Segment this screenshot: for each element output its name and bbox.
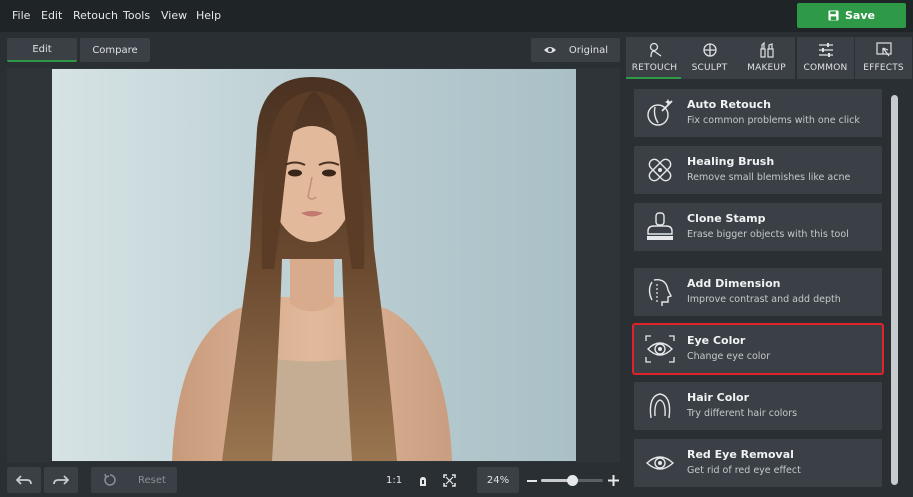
- hand-tool-icon[interactable]: [417, 475, 429, 487]
- hair-icon: [649, 393, 671, 419]
- tab-common-label: COMMON: [803, 63, 848, 73]
- auto-retouch-icon: [647, 99, 673, 126]
- face-dimension-icon: [648, 279, 672, 306]
- portrait-photo: [52, 69, 576, 461]
- tool-desc: Change eye color: [687, 351, 771, 362]
- tab-common[interactable]: COMMON: [797, 37, 854, 79]
- tool-title: Auto Retouch: [687, 98, 771, 111]
- tab-sculpt-label: SCULPT: [691, 63, 728, 73]
- portrait-illustration: [172, 77, 452, 461]
- tab-edit[interactable]: Edit: [7, 38, 77, 62]
- tool-hair-color[interactable]: Hair Color Try different hair colors: [634, 382, 882, 430]
- tools-list: Auto Retouch Fix common problems with on…: [625, 87, 913, 497]
- save-button[interactable]: Save: [797, 3, 906, 28]
- undo-icon: [16, 475, 32, 485]
- tool-eye-color[interactable]: Eye Color Change eye color: [632, 323, 884, 375]
- makeup-icon: [759, 42, 774, 58]
- menubar: File Edit Retouch Tools View Help Save: [0, 0, 913, 32]
- tool-red-eye-removal[interactable]: Red Eye Removal Get rid of red eye effec…: [634, 439, 882, 487]
- editor-panel: Edit Compare Original Reset 1:1 24%: [0, 32, 625, 497]
- bottom-toolbar: Reset 1:1 24%: [0, 466, 625, 497]
- undo-button[interactable]: [7, 467, 41, 493]
- retouch-icon: [649, 42, 661, 58]
- tab-retouch[interactable]: RETOUCH: [626, 37, 683, 79]
- tool-desc: Get rid of red eye effect: [687, 465, 801, 476]
- reset-button[interactable]: Reset: [91, 467, 177, 493]
- reset-icon: [104, 474, 116, 486]
- menu-tools[interactable]: Tools: [123, 9, 150, 22]
- menu-retouch[interactable]: Retouch: [73, 9, 118, 22]
- tab-makeup-label: MAKEUP: [747, 63, 786, 73]
- floppy-disk-icon: [828, 10, 839, 21]
- bandage-icon: [648, 158, 672, 182]
- menu-edit[interactable]: Edit: [41, 9, 62, 22]
- tools-panel: RETOUCH SCULPT MAKEUP COMMON EFFECTS Aut…: [625, 32, 913, 497]
- tool-desc: Erase bigger objects with this tool: [687, 229, 849, 240]
- tab-retouch-label: RETOUCH: [631, 63, 678, 73]
- tool-title: Red Eye Removal: [687, 448, 794, 461]
- tool-desc: Fix common problems with one click: [687, 115, 860, 126]
- sculpt-icon: [702, 43, 717, 57]
- original-label: Original: [568, 44, 609, 56]
- eye-icon: [543, 47, 556, 53]
- tab-makeup[interactable]: MAKEUP: [738, 37, 795, 79]
- zoom-in-icon[interactable]: [608, 475, 619, 486]
- tool-add-dimension[interactable]: Add Dimension Improve contrast and add d…: [634, 268, 882, 316]
- tab-effects-label: EFFECTS: [863, 63, 904, 73]
- canvas-area[interactable]: [7, 68, 620, 462]
- tab-compare[interactable]: Compare: [80, 38, 150, 62]
- actual-size-button[interactable]: 1:1: [386, 475, 402, 486]
- tab-sculpt[interactable]: SCULPT: [681, 37, 738, 79]
- tab-effects[interactable]: EFFECTS: [855, 37, 912, 79]
- redo-icon: [53, 475, 69, 485]
- tool-title: Add Dimension: [687, 277, 781, 290]
- tool-auto-retouch[interactable]: Auto Retouch Fix common problems with on…: [634, 89, 882, 137]
- menu-view[interactable]: View: [161, 9, 187, 22]
- redo-button[interactable]: [44, 467, 78, 493]
- reset-label: Reset: [138, 474, 166, 486]
- eye-icon: [645, 456, 675, 470]
- tool-desc: Remove small blemishes like acne: [687, 172, 851, 183]
- zoom-out-icon[interactable]: [527, 476, 537, 486]
- sliders-icon: [818, 43, 833, 57]
- original-toggle-button[interactable]: Original: [531, 38, 620, 62]
- tool-desc: Improve contrast and add depth: [687, 294, 841, 305]
- menu-file[interactable]: File: [12, 9, 30, 22]
- zoom-level-display[interactable]: 24%: [477, 467, 519, 493]
- tool-clone-stamp[interactable]: Clone Stamp Erase bigger objects with th…: [634, 203, 882, 251]
- tool-desc: Try different hair colors: [687, 408, 798, 419]
- tool-healing-brush[interactable]: Healing Brush Remove small blemishes lik…: [634, 146, 882, 194]
- stamp-icon: [647, 212, 673, 240]
- effects-icon: [875, 42, 892, 57]
- eye-target-icon: [645, 335, 675, 363]
- save-button-label: Save: [845, 9, 875, 22]
- menu-help[interactable]: Help: [196, 9, 221, 22]
- tool-title: Clone Stamp: [687, 212, 766, 225]
- tool-title: Eye Color: [687, 334, 746, 347]
- fit-screen-icon[interactable]: [443, 474, 456, 487]
- tool-title: Healing Brush: [687, 155, 775, 168]
- zoom-slider-thumb[interactable]: [566, 475, 578, 486]
- tool-title: Hair Color: [687, 391, 750, 404]
- tools-scrollbar[interactable]: [891, 95, 898, 485]
